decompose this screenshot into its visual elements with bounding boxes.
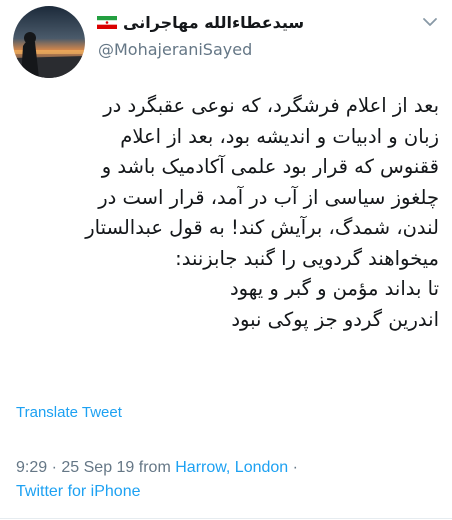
tweet-line: تا بداند مؤمن و گبر و یهود — [229, 277, 439, 300]
tweet-card: سیدعطاءالله مهاجرانی @MohajeraniSayed بع… — [0, 0, 452, 520]
tweet-meta: 9:29 · 25 Sep 19 from Harrow, London · T… — [16, 456, 436, 504]
tweet-line: چلغوز سیاسی از آب در آمد، قرار است در — [98, 185, 439, 209]
author-handle[interactable]: @MohajeraniSayed — [98, 40, 252, 59]
from-label: from — [138, 459, 171, 476]
location-link[interactable]: Harrow, London — [175, 459, 288, 476]
tweet-date: 25 Sep 19 — [61, 459, 135, 476]
meta-separator: · — [51, 459, 57, 476]
tweet-line: میخواهند گردویی را گنبد جابزنند: — [175, 246, 439, 270]
tweet-line: اندرین گردو جز پوکی نبود — [231, 307, 439, 331]
iran-flag-icon — [97, 15, 117, 29]
meta-separator: · — [292, 459, 298, 476]
tweet-line: ققنوس که قرار بود علمی آکادمیک باشد و — [101, 155, 439, 178]
source-link[interactable]: Twitter for iPhone — [16, 483, 141, 500]
author-name-row[interactable]: سیدعطاءالله مهاجرانی — [97, 10, 304, 34]
tweet-line: زبان و ادبیات و اندیشه بود، بعد از اعلام — [120, 124, 439, 148]
tweet-text: بعد از اعلام فرشگرد، که نوعی عقبگرد در ز… — [16, 91, 439, 335]
avatar[interactable] — [13, 6, 85, 78]
tweet-line: بعد از اعلام فرشگرد، که نوعی عقبگرد در — [103, 94, 439, 117]
divider — [0, 518, 452, 519]
chevron-down-icon[interactable] — [421, 13, 439, 31]
avatar-photo — [13, 6, 85, 78]
author-display-name: سیدعطاءالله مهاجرانی — [123, 12, 305, 32]
tweet-line: لندن، شمدگ، برآیش کند! به قول عبدالستار — [85, 216, 439, 239]
translate-tweet-link[interactable]: Translate Tweet — [16, 404, 122, 421]
tweet-time: 9:29 — [16, 459, 48, 476]
